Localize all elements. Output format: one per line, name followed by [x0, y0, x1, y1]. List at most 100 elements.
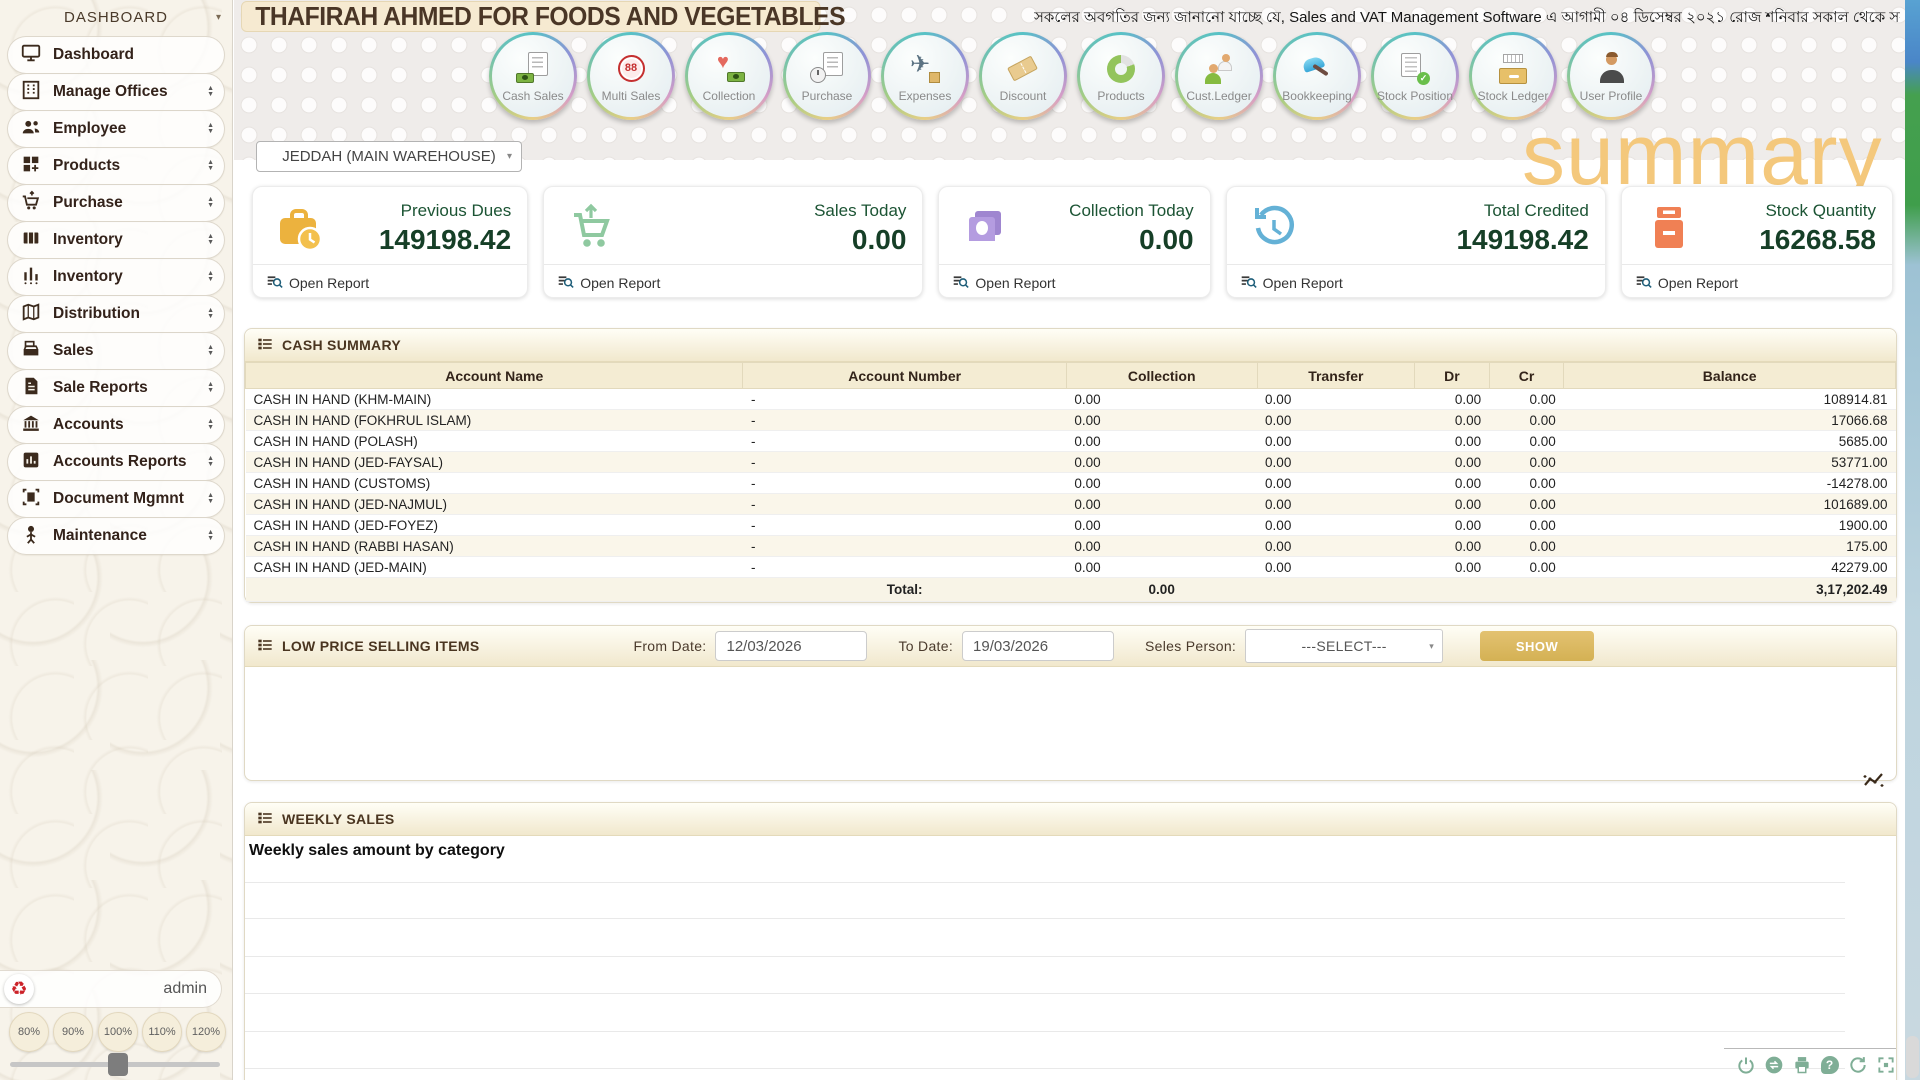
table-row[interactable]: CASH IN HAND (KHM-MAIN)-0.000.000.000.00…	[246, 389, 1896, 410]
sidebar-item-label: Accounts Reports	[53, 453, 187, 471]
sidebar-item-label: Sales	[53, 342, 94, 360]
sidebar-item-label: Inventory	[53, 268, 123, 286]
from-date-input[interactable]	[715, 631, 867, 661]
warehouse-select[interactable]: JEDDAH (MAIN WAREHOUSE) ▾	[256, 141, 522, 172]
zoom-120-button[interactable]: 120%	[186, 1012, 226, 1052]
expenses-button[interactable]: ✈ Expenses	[881, 32, 969, 120]
expander-icon[interactable]: ▲▼	[207, 308, 214, 320]
collection-button[interactable]: ♥ Collection	[685, 32, 773, 120]
sidebar-item-dashboard[interactable]: Dashboard	[7, 36, 225, 74]
table-row[interactable]: CASH IN HAND (JED-FAYSAL)-0.000.000.000.…	[246, 452, 1896, 473]
expander-icon[interactable]: ▲▼	[207, 493, 214, 505]
expander-icon[interactable]: ▲▼	[207, 456, 214, 468]
sidebar-item-accounts[interactable]: Accounts ▲▼	[7, 406, 225, 444]
table-row[interactable]: CASH IN HAND (FOKHRUL ISLAM)-0.000.000.0…	[246, 410, 1896, 431]
open-report-link[interactable]: Open Report	[557, 273, 660, 293]
sidebar-menu: Dashboard Manage Offices ▲▼ Employee ▲▼ …	[0, 34, 232, 555]
expander-icon[interactable]: ▲▼	[207, 382, 214, 394]
expander-icon[interactable]: ▲▼	[207, 197, 214, 209]
open-report-link[interactable]: Open Report	[1635, 273, 1738, 293]
sidebar-header-label: DASHBOARD	[64, 9, 168, 26]
sidebar-item-purchase[interactable]: Purchase ▲▼	[7, 184, 225, 222]
sidebar-item-inventory-2[interactable]: Inventory ▲▼	[7, 258, 225, 296]
sidebar-item-inventory[interactable]: Inventory ▲▼	[7, 221, 225, 259]
open-report-link[interactable]: Open Report	[1240, 273, 1343, 293]
open-report-link[interactable]: Open Report	[266, 273, 369, 293]
expander-icon[interactable]: ▲▼	[207, 530, 214, 542]
to-date-input[interactable]	[962, 631, 1114, 661]
section-title: WEEKLY SALES	[282, 811, 395, 827]
warehouse-select-value: JEDDAH (MAIN WAREHOUSE)	[282, 148, 496, 165]
card-title: Total Credited	[1484, 201, 1589, 221]
stock-position-button[interactable]: Stock Position	[1371, 32, 1459, 120]
printer-icon[interactable]	[1791, 1054, 1812, 1075]
sidebar-item-label: Distribution	[53, 305, 140, 323]
zoom-slider-thumb[interactable]	[108, 1053, 128, 1076]
table-row[interactable]: CASH IN HAND (JED-NAJMUL)-0.000.000.000.…	[246, 494, 1896, 515]
scrollbar-thumb[interactable]	[1906, 1036, 1919, 1078]
stock-ledger-button[interactable]: Stock Ledger	[1469, 32, 1557, 120]
zoom-slider[interactable]	[10, 1062, 220, 1067]
table-row[interactable]: CASH IN HAND (POLASH)-0.000.000.000.0056…	[246, 431, 1896, 452]
user-profile-button[interactable]: User Profile	[1567, 32, 1655, 120]
sidebar-item-accounts-reports[interactable]: Accounts Reports ▲▼	[7, 443, 225, 481]
bookkeeping-button[interactable]: Bookkeeping	[1273, 32, 1361, 120]
help-icon[interactable]: ?	[1819, 1054, 1840, 1075]
show-button[interactable]: SHOW	[1480, 631, 1594, 661]
sidebar-item-maintenance[interactable]: Maintenance ▲▼	[7, 517, 225, 555]
expander-icon[interactable]: ▲▼	[207, 419, 214, 431]
total-balance: 3,17,202.49	[1564, 578, 1896, 602]
expander-icon[interactable]: ▲▼	[207, 271, 214, 283]
person-icon	[20, 523, 42, 550]
expander-icon[interactable]: ▲▼	[207, 160, 214, 172]
monitor-icon	[20, 42, 42, 69]
sidebar-item-label: Purchase	[53, 194, 123, 212]
table-row[interactable]: CASH IN HAND (CUSTOMS)-0.000.000.000.00-…	[246, 473, 1896, 494]
discount-button[interactable]: Discount	[979, 32, 1067, 120]
collection-icon: ♥	[712, 52, 746, 86]
user-bar[interactable]: ♻ admin	[0, 970, 222, 1008]
map-icon	[20, 301, 42, 328]
transfer-icon[interactable]	[1763, 1054, 1784, 1075]
open-report-link[interactable]: Open Report	[952, 273, 1055, 293]
multi-sales-button[interactable]: 88 Multi Sales	[587, 32, 675, 120]
sidebar-item-employee[interactable]: Employee ▲▼	[7, 110, 225, 148]
sidebar-item-label: Sale Reports	[53, 379, 148, 397]
cust-ledger-button[interactable]: Cust.Ledger	[1175, 32, 1263, 120]
history-clock-icon	[1247, 203, 1301, 258]
purchase-button[interactable]: Purchase	[783, 32, 871, 120]
zoom-90-button[interactable]: 90%	[53, 1012, 93, 1052]
previous-dues-card: Previous Dues 149198.42 Open Report	[252, 186, 528, 298]
scrollbar[interactable]	[1905, 0, 1920, 1080]
zoom-80-button[interactable]: 80%	[9, 1012, 49, 1052]
card-title: Collection Today	[1069, 201, 1193, 221]
cash-sales-button[interactable]: Cash Sales	[489, 32, 577, 120]
sidebar-header[interactable]: DASHBOARD ▾	[0, 0, 232, 34]
table-row[interactable]: CASH IN HAND (JED-MAIN)-0.000.000.000.00…	[246, 557, 1896, 578]
sidebar-item-sale-reports[interactable]: Sale Reports ▲▼	[7, 369, 225, 407]
expander-icon[interactable]: ▲▼	[207, 86, 214, 98]
col-collection: Collection	[1066, 363, 1257, 389]
low-price-panel: LOW PRICE SELLING ITEMS From Date: To Da…	[244, 625, 1897, 781]
archive-box-icon	[1642, 203, 1696, 258]
sidebar-item-products[interactable]: Products ▲▼	[7, 147, 225, 185]
power-icon[interactable]	[1735, 1054, 1756, 1075]
expander-icon[interactable]: ▲▼	[207, 345, 214, 357]
table-row[interactable]: CASH IN HAND (JED-FOYEZ)-0.000.000.000.0…	[246, 515, 1896, 536]
table-row[interactable]: CASH IN HAND (RABBI HASAN)-0.000.000.000…	[246, 536, 1896, 557]
sidebar-item-sales[interactable]: Sales ▲▼	[7, 332, 225, 370]
chart-title: Weekly sales amount by category	[245, 836, 1896, 860]
refresh-icon[interactable]	[1847, 1054, 1868, 1075]
zoom-100-button[interactable]: 100%	[98, 1012, 138, 1052]
fullscreen-icon[interactable]	[1875, 1054, 1896, 1075]
sidebar-item-distribution[interactable]: Distribution ▲▼	[7, 295, 225, 333]
col-account-name: Account Name	[246, 363, 743, 389]
sales-person-select[interactable]: ---SELECT--- ▾	[1245, 629, 1443, 663]
sidebar-item-manage-offices[interactable]: Manage Offices ▲▼	[7, 73, 225, 111]
expander-icon[interactable]: ▲▼	[207, 234, 214, 246]
zoom-110-button[interactable]: 110%	[142, 1012, 182, 1052]
products-button[interactable]: Products	[1077, 32, 1165, 120]
expander-icon[interactable]: ▲▼	[207, 123, 214, 135]
sidebar-item-document-mgmnt[interactable]: Document Mgmnt ▲▼	[7, 480, 225, 518]
sparkline-icon[interactable]	[1862, 770, 1886, 795]
